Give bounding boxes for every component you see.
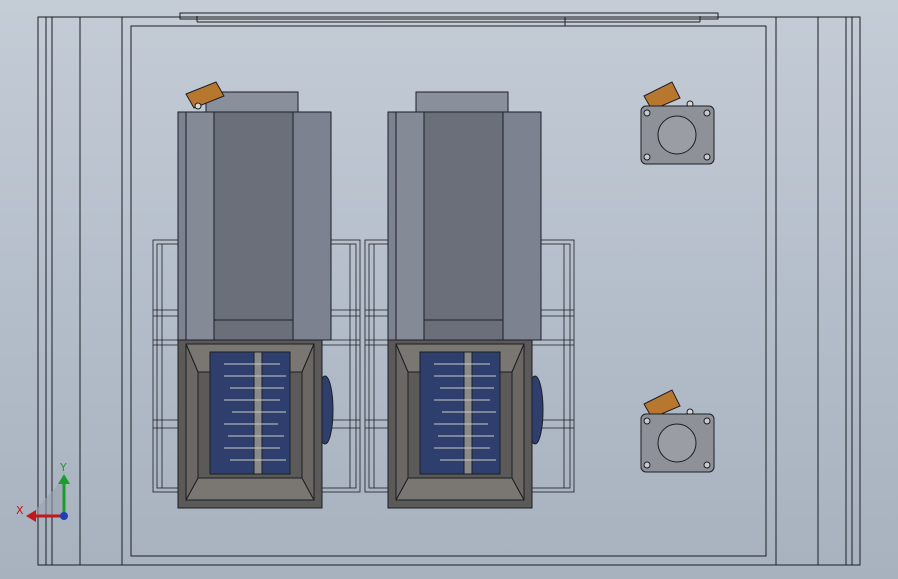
z-axis-dot bbox=[60, 512, 68, 520]
cartridge-body bbox=[387, 91, 542, 341]
cartridge-2[interactable] bbox=[387, 91, 544, 509]
orientation-triad[interactable]: Y X bbox=[16, 461, 70, 522]
y-axis-label: Y bbox=[59, 461, 67, 474]
x-axis-arrow bbox=[26, 510, 36, 522]
top-rail bbox=[179, 12, 719, 26]
motor-2[interactable] bbox=[640, 389, 715, 473]
cad-viewport[interactable]: Y X bbox=[0, 0, 898, 579]
roller bbox=[419, 351, 501, 475]
cartridge-1[interactable] bbox=[177, 81, 334, 509]
y-axis-arrow bbox=[58, 474, 70, 484]
motor-1[interactable] bbox=[640, 81, 715, 165]
x-axis-label: X bbox=[16, 504, 24, 517]
cartridge-body bbox=[177, 91, 332, 341]
motor-shaft bbox=[657, 115, 697, 155]
motor-shaft bbox=[657, 423, 697, 463]
roller bbox=[209, 351, 291, 475]
